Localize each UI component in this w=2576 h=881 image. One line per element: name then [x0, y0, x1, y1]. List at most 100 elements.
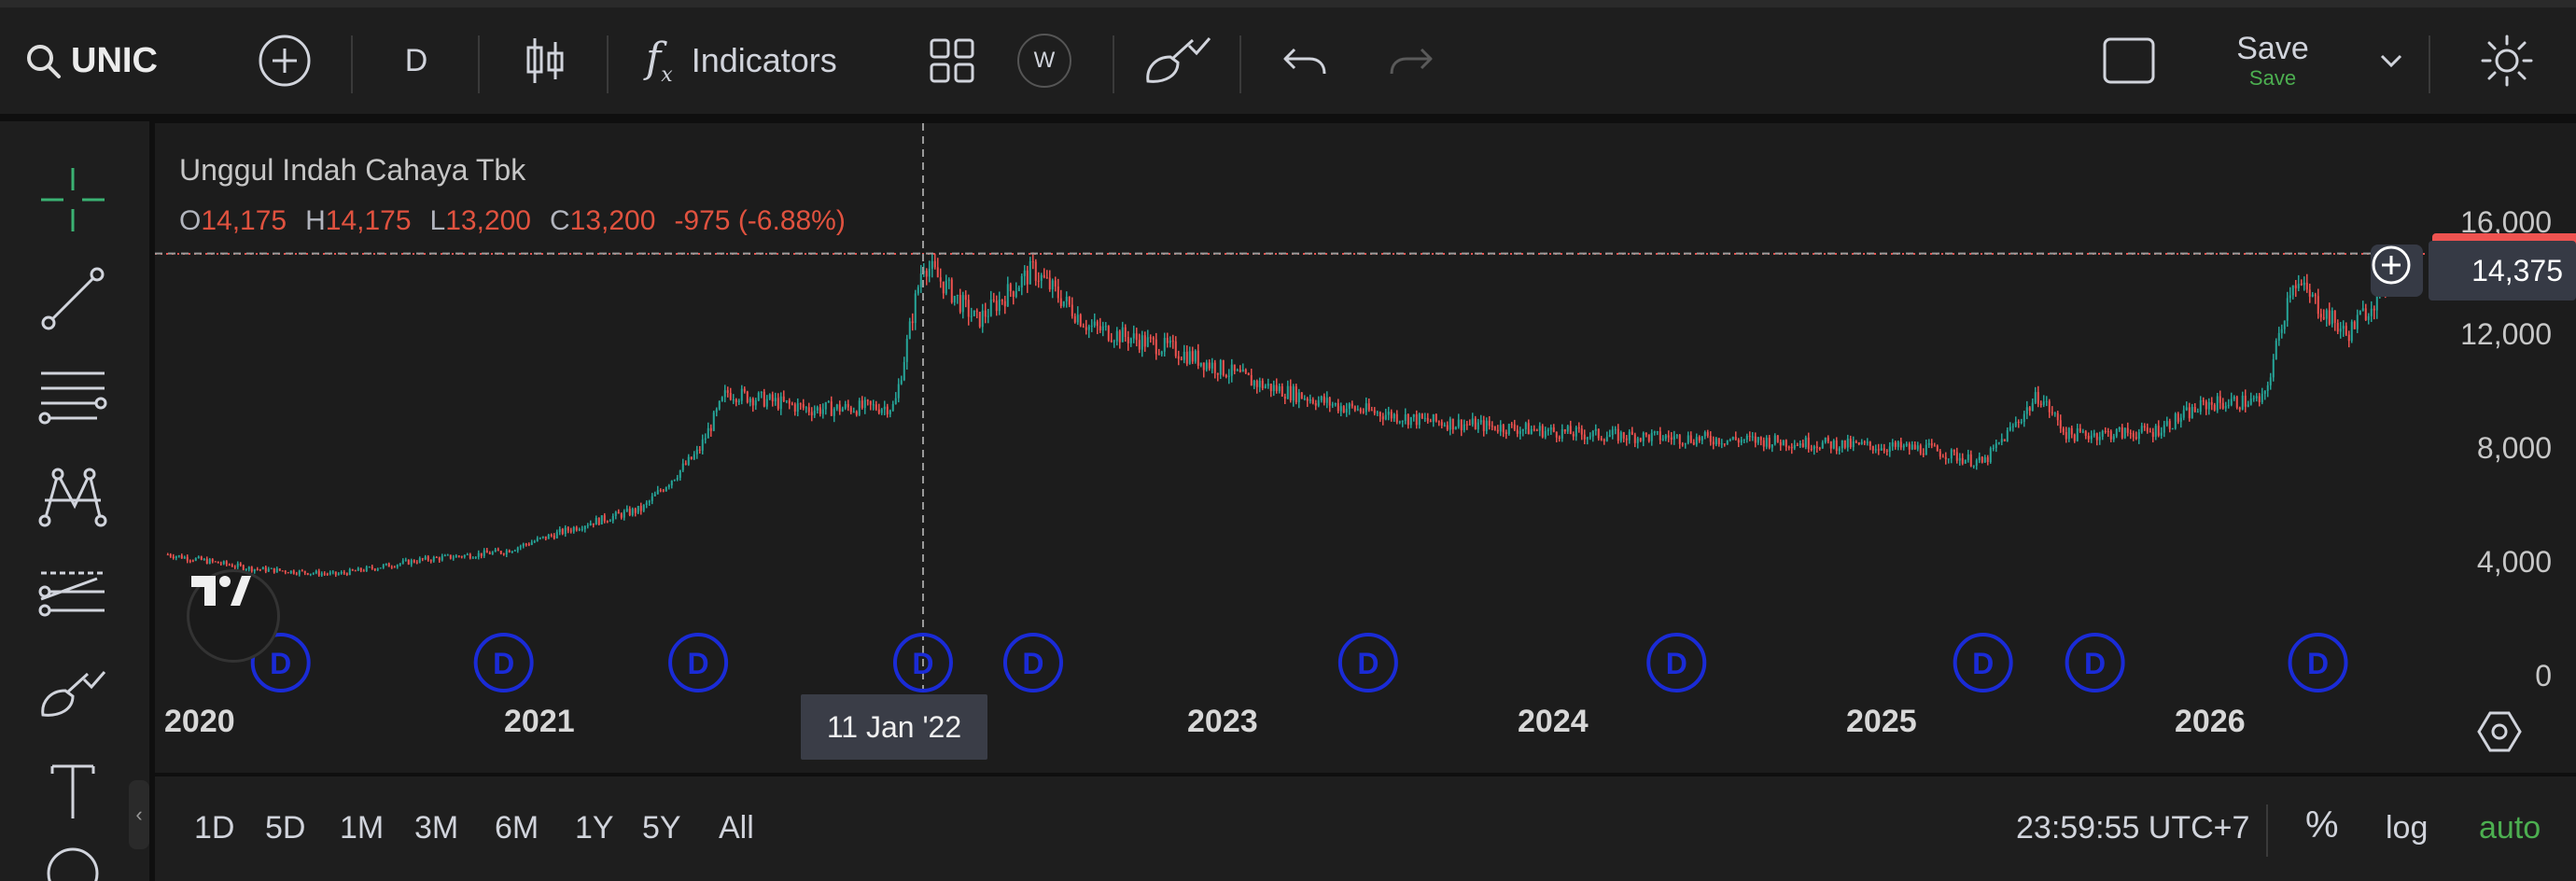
candle-body [578, 529, 581, 531]
range-5y-button[interactable]: 5Y [642, 810, 681, 846]
candle-body [575, 526, 578, 531]
candle-body [1983, 456, 1986, 463]
candle-body [1670, 437, 1673, 440]
candle-body [2000, 439, 2003, 442]
add-symbol-button[interactable] [254, 7, 315, 114]
undo-button[interactable] [1279, 7, 1331, 114]
candle-body [973, 310, 975, 316]
log-scale-button[interactable]: log [2386, 810, 2428, 846]
candle-body [1415, 413, 1418, 426]
crosshair-tool-button[interactable] [26, 162, 119, 237]
candle-body [844, 403, 847, 409]
range-6m-button[interactable]: 6M [495, 810, 539, 846]
candle-body [2356, 315, 2359, 329]
candle-body [2073, 434, 2076, 441]
candle-body [203, 558, 205, 560]
candle-body [589, 523, 592, 525]
candle-body [631, 509, 634, 515]
redo-icon [1390, 48, 1433, 75]
candle-body [261, 566, 264, 570]
candle-body [390, 566, 393, 568]
pattern-tool-button[interactable] [26, 459, 119, 534]
candle-body [2193, 406, 2196, 413]
fullscreen-button[interactable] [2100, 7, 2158, 114]
candle-body [1211, 362, 1213, 369]
candle-body [1045, 277, 1048, 279]
timezone-clock[interactable]: 23:59:55 UTC+7 [2016, 810, 2249, 846]
candle-body [2272, 358, 2275, 378]
chart-pane[interactable]: DDDDDDDDDD Unggul Indah Cahaya Tbk O14,1… [155, 123, 2576, 773]
square-icon [2103, 37, 2155, 84]
brush-tool-button[interactable] [26, 655, 119, 730]
text-tool-button[interactable] [26, 754, 119, 829]
chart-type-button[interactable] [519, 7, 571, 114]
candle-body [667, 485, 670, 488]
trend-line-tool-button[interactable] [26, 261, 119, 336]
theme-toggle-button[interactable] [2479, 7, 2535, 114]
fib-tool-button[interactable] [26, 360, 119, 435]
candle-body [1197, 350, 1199, 366]
tradingview-logo[interactable] [187, 569, 280, 663]
candle-body [704, 438, 707, 440]
watchlist-badge[interactable]: W [1017, 34, 1071, 88]
close-key: C [550, 205, 570, 236]
candle-body [1955, 452, 1958, 461]
candle-body [2227, 405, 2230, 407]
candle-body [648, 500, 651, 503]
candle-body [1443, 425, 1446, 427]
candle-body [1863, 441, 1866, 443]
candle-body [2202, 399, 2205, 402]
candle-body [639, 506, 642, 511]
more-tools-button[interactable] [26, 846, 119, 881]
plus-circle-icon [259, 35, 311, 87]
candle-body [2042, 401, 2045, 405]
candle-body [1314, 402, 1317, 406]
candle-body [516, 547, 519, 551]
range-1m-button[interactable]: 1M [340, 810, 384, 846]
drawing-brush-button[interactable] [1142, 7, 1213, 114]
percent-scale-button[interactable]: % [2305, 804, 2339, 846]
candle-body [821, 409, 824, 414]
candle-body [852, 411, 855, 413]
candle-body [2311, 294, 2314, 297]
save-button[interactable]: Save Save [2221, 7, 2324, 114]
candle-body [2115, 429, 2118, 437]
save-menu-button[interactable] [2376, 7, 2406, 114]
auto-scale-button[interactable]: auto [2479, 810, 2541, 846]
candle-body [847, 403, 849, 408]
candle-body [707, 427, 709, 439]
interval-button[interactable]: D [390, 7, 442, 114]
open-key: O [179, 205, 202, 236]
candle-body [617, 511, 620, 514]
candle-body [2182, 410, 2185, 418]
range-5d-button[interactable]: 5D [265, 810, 305, 846]
candle-body [768, 394, 771, 399]
indicators-button[interactable]: fx Indicators [646, 7, 837, 114]
candle-body [427, 556, 429, 561]
collapse-sidebar-button[interactable]: ‹ [129, 780, 149, 849]
range-3m-button[interactable]: 3M [414, 810, 458, 846]
candle-body [1701, 436, 1703, 441]
candle-body [2361, 308, 2364, 311]
dividend-marker-label: D [1357, 647, 1379, 680]
add-alert-button[interactable] [2371, 245, 2423, 297]
candle-body [712, 412, 715, 431]
candle-body [1365, 403, 1367, 413]
redo-button[interactable] [1385, 7, 1437, 114]
candle-body [1605, 437, 1608, 441]
symbol-search-button[interactable]: UNIC [24, 7, 158, 114]
candle-body [698, 449, 701, 451]
candle-body [228, 564, 231, 566]
forecast-tool-button[interactable] [26, 556, 119, 631]
range-1y-button[interactable]: 1Y [575, 810, 614, 846]
layouts-button[interactable] [924, 7, 980, 114]
candle-body [1695, 437, 1698, 445]
candle-body [1359, 409, 1362, 413]
range-all-button[interactable]: All [719, 810, 754, 846]
candle-body [1737, 440, 1740, 443]
candle-body [1087, 326, 1090, 330]
toolbar-separator [1113, 35, 1114, 93]
candle-body [284, 570, 287, 573]
candle-body [796, 403, 799, 412]
range-1d-button[interactable]: 1D [194, 810, 234, 846]
